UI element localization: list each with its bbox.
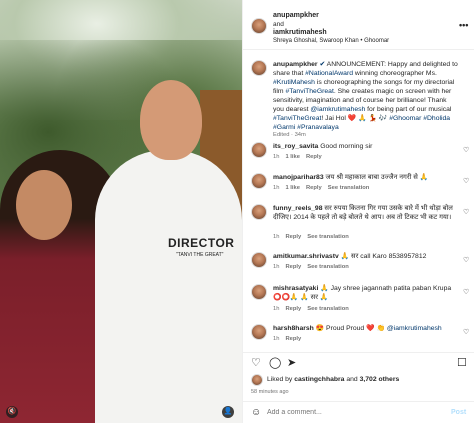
commenter-avatar[interactable] <box>251 173 267 189</box>
reply-button[interactable]: Reply <box>306 185 322 191</box>
more-options-icon[interactable]: ••• <box>459 20 468 30</box>
post-header: anupampkher and iamkrutimahesh Shreya Gh… <box>243 0 474 50</box>
caption-username[interactable]: anupampkher <box>273 61 318 68</box>
shirt-director-text: DIRECTOR <box>168 236 235 250</box>
see-translation-button[interactable]: See translation <box>307 306 349 312</box>
comment-time: 1h <box>273 234 280 240</box>
caption-avatar[interactable] <box>251 60 267 76</box>
comment-body: amitkumar.shrivastv 🙏 सर call Karo 85389… <box>273 252 459 261</box>
commenter-avatar[interactable] <box>251 142 267 158</box>
hashtag-link[interactable]: #KrutiMahesh <box>273 79 315 86</box>
woman-face <box>16 170 72 240</box>
comment-time: 1h <box>273 264 280 270</box>
hashtag-link[interactable]: #NationalAward <box>305 70 353 77</box>
comment-meta: 1h 1 like Reply <box>273 154 328 160</box>
like-comment-icon[interactable]: ♡ <box>463 208 469 216</box>
post-button[interactable]: Post <box>451 409 466 416</box>
like-icon[interactable]: ♡ <box>251 358 261 369</box>
man-head <box>140 80 202 160</box>
man-figure <box>95 150 242 423</box>
comment-meta: 1h Reply See translation <box>273 234 355 240</box>
commenter-username[interactable]: its_roy_savita <box>273 143 318 150</box>
like-comment-icon[interactable]: ♡ <box>463 328 469 336</box>
commenter-avatar[interactable] <box>251 284 267 300</box>
author-username[interactable]: anupampkher <box>273 12 319 19</box>
reply-button[interactable]: Reply <box>285 234 301 240</box>
collab-username[interactable]: iamkrutimahesh <box>273 29 327 36</box>
mention-link[interactable]: @iamkrutimahesh <box>310 106 365 113</box>
comment-likes[interactable]: 1 like <box>285 154 300 160</box>
commenter-avatar[interactable] <box>251 324 267 340</box>
comment-time: 1h <box>273 154 280 160</box>
comment-likes[interactable]: 1 like <box>285 185 300 191</box>
comment-meta: 1h Reply See translation <box>273 306 355 312</box>
comment-meta: 1h Reply See translation <box>273 264 355 270</box>
comment-text: Good morning sir <box>318 143 373 150</box>
likes-count[interactable]: 3,702 others <box>360 376 400 383</box>
comment-meta: 1h Reply <box>273 336 307 342</box>
commenter-username[interactable]: mishrasatyaki <box>273 285 318 292</box>
liked-by-and: and <box>344 376 360 383</box>
comment-text: जय श्री महाकाल बाबा उज्जैन नगरी से 🙏 <box>323 174 429 181</box>
tag-user-icon[interactable]: 👤 <box>222 406 234 418</box>
comment-body: funny_reels_98 सर रुपया कितना गिर गया उस… <box>273 204 459 222</box>
audio-label[interactable]: Shreya Ghoshal, Swaroop Khan • Ghoomar <box>273 38 389 44</box>
see-translation-button[interactable]: See translation <box>328 185 370 191</box>
post-actions: ♡ ◯ ➤ ☐ <box>243 352 474 372</box>
like-comment-icon[interactable]: ♡ <box>463 256 469 264</box>
liked-by: Liked by castingchhabra and 3,702 others <box>251 374 471 388</box>
commenter-username[interactable]: harsh8harsh <box>273 325 314 332</box>
mention-link[interactable]: @iamkrutimahesh <box>387 325 442 332</box>
liked-by-prefix: Liked by <box>267 376 295 383</box>
commenter-username[interactable]: amitkumar.shrivastv <box>273 253 339 260</box>
comment-text: 😍 Proud Proud ❤️ 👏 <box>313 325 387 332</box>
liker-avatar[interactable] <box>251 374 263 386</box>
like-comment-icon[interactable]: ♡ <box>463 146 469 154</box>
comment-time: 1h <box>273 306 280 312</box>
comment-body: manojparihar83 जय श्री महाकाल बाबा उज्जै… <box>273 173 459 182</box>
comment-body: harsh8harsh 😍 Proud Proud ❤️ 👏 @iamkruti… <box>273 324 459 333</box>
add-comment-bar: ☺ Post <box>243 401 474 423</box>
comment-body: its_roy_savita Good morning sir <box>273 142 459 151</box>
comment-body: mishrasatyaki 🙏 Jay shree jagannath pati… <box>273 284 459 302</box>
reply-button[interactable]: Reply <box>285 336 301 342</box>
see-translation-button[interactable]: See translation <box>307 264 349 270</box>
reply-button[interactable]: Reply <box>306 154 322 160</box>
add-comment-input[interactable] <box>267 409 437 416</box>
like-comment-icon[interactable]: ♡ <box>463 288 469 296</box>
caption-text: for being part of our musical <box>365 106 452 113</box>
comment-time: 1h <box>273 336 280 342</box>
commenter-avatar[interactable] <box>251 252 267 268</box>
caption-meta: Edited · 34m <box>273 132 306 138</box>
emoji-icon[interactable]: ☺ <box>251 407 261 418</box>
comment-text: 🙏 सर call Karo 8538957812 <box>338 253 427 260</box>
author-avatar[interactable] <box>251 18 267 34</box>
caption-text: winning choreographer Ms. <box>353 70 437 77</box>
reply-button[interactable]: Reply <box>285 264 301 270</box>
caption-body: anupampkher ✔ ANNOUNCEMENT: Happy and de… <box>273 60 459 132</box>
save-icon[interactable]: ☐ <box>457 358 467 369</box>
like-comment-icon[interactable]: ♡ <box>463 177 469 185</box>
comment-meta: 1h 1 like Reply See translation <box>273 185 375 191</box>
hashtag-link[interactable]: #TanviTheGreat <box>285 88 333 95</box>
reply-button[interactable]: Reply <box>285 306 301 312</box>
hashtag-link[interactable]: #TanviTheGreat <box>273 115 321 122</box>
caption-text: ! Jai Hol ❤️ 🙏 💃 🎶 <box>321 115 390 122</box>
mute-icon[interactable]: 🔇 <box>6 406 18 418</box>
share-icon[interactable]: ➤ <box>287 358 296 369</box>
collab-and-text: and <box>273 21 284 28</box>
see-translation-button[interactable]: See translation <box>307 234 349 240</box>
commenter-avatar[interactable] <box>251 204 267 220</box>
comment-icon[interactable]: ◯ <box>269 358 281 369</box>
liker-username[interactable]: castingchhabra <box>294 376 344 383</box>
comments-list[interactable]: anupampkher ✔ ANNOUNCEMENT: Happy and de… <box>243 52 474 350</box>
commenter-username[interactable]: funny_reels_98 <box>273 205 323 212</box>
commenter-username[interactable]: manojparihar83 <box>273 174 324 181</box>
post-details-panel: anupampkher and iamkrutimahesh Shreya Gh… <box>242 0 474 423</box>
comment-time: 1h <box>273 185 280 191</box>
shirt-subtext: "TANVI THE GREAT" <box>176 252 224 258</box>
post-time[interactable]: 58 minutes ago <box>251 389 289 395</box>
post-image[interactable]: DIRECTOR "TANVI THE GREAT" 🔇 👤 <box>0 0 242 423</box>
liked-by-text: Liked by castingchhabra and 3,702 others <box>267 376 399 383</box>
